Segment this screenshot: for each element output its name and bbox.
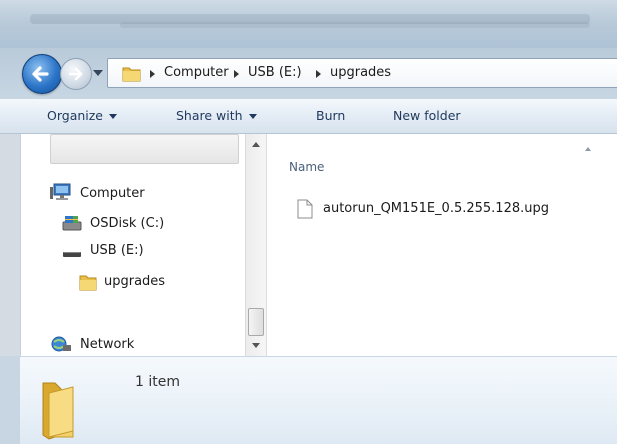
hard-drive-icon [62,216,82,231]
navigation-bar: Computer USB (E:) upgrades [0,48,617,98]
computer-icon [50,183,71,200]
back-button[interactable] [22,54,62,94]
nav-pane-scrollbar[interactable] [245,134,267,356]
file-name: autorun_QM151E_0.5.255.128.upg [323,201,549,216]
chevron-down-icon [109,114,117,119]
organize-menu[interactable]: Organize [47,108,117,123]
title-blur-secondary [120,22,590,28]
tree-item-osdisk[interactable]: OSDisk (C:) [90,216,164,231]
folder-icon [122,67,141,82]
scroll-thumb[interactable] [248,308,264,336]
breadcrumb-upgrades[interactable]: upgrades [330,65,391,80]
tree-item-upgrades[interactable]: upgrades [104,274,165,289]
new-folder-button[interactable]: New folder [393,108,461,123]
tree-selection-highlight [50,134,239,164]
scroll-up-icon[interactable] [252,142,260,147]
forward-button[interactable] [60,58,92,90]
item-count-label: 1 item [135,374,180,390]
file-list-pane: Name autorun_QM151E_0.5.255.128.upg [267,134,617,356]
share-with-label: Share with [176,108,243,123]
tree-item-network[interactable]: Network [80,337,134,352]
chevron-down-icon [248,114,257,119]
recent-pages-dropdown[interactable] [93,70,103,76]
breadcrumb-separator[interactable] [234,70,239,78]
network-icon [51,336,71,352]
document-icon [297,199,313,219]
explorer-window: Computer USB (E:) upgrades Organize Shar… [0,0,617,444]
title-bar[interactable] [0,0,617,48]
usb-drive-icon [63,252,81,257]
forward-arrow-icon [68,67,83,81]
share-with-menu[interactable]: Share with [176,108,257,123]
organize-label: Organize [47,108,103,123]
address-bar[interactable]: Computer USB (E:) upgrades [107,58,617,88]
folder-icon [79,275,97,291]
scroll-down-icon[interactable] [252,343,260,348]
breadcrumb-usb[interactable]: USB (E:) [248,65,302,80]
folder-icon [42,382,74,440]
back-arrow-icon [32,66,49,82]
window-border [0,357,20,444]
breadcrumb-separator[interactable] [316,70,321,78]
command-bar: Organize Share with Burn New folder [0,98,617,134]
breadcrumb-computer[interactable]: Computer [164,65,229,80]
details-pane: 1 item [0,356,617,444]
burn-button[interactable]: Burn [316,108,345,123]
tree-item-computer[interactable]: Computer [80,186,145,201]
column-header-name[interactable]: Name [289,160,324,174]
breadcrumb-separator[interactable] [150,70,155,78]
tree-item-usb[interactable]: USB (E:) [90,243,144,258]
sort-ascending-icon [585,147,591,151]
